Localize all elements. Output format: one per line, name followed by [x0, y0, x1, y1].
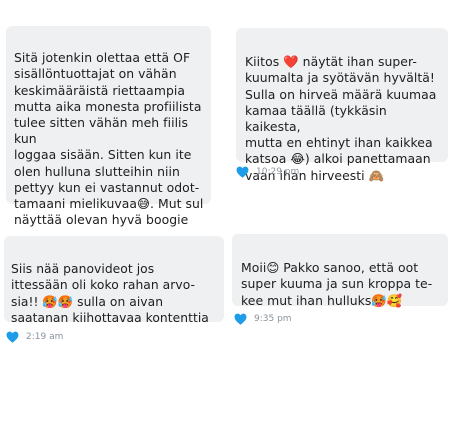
message-timestamp: 10:29 pm — [256, 167, 300, 177]
message-timestamp: 9:35 pm — [254, 314, 292, 324]
message-text: Kiitos ❤️ näytät ihan super- kuumalta ja… — [245, 54, 437, 183]
heart-icon[interactable] — [236, 166, 249, 178]
message-bubble: Kiitos ❤️ näytät ihan super- kuumalta ja… — [236, 28, 448, 183]
message-meta: 9:35 pm — [234, 313, 292, 325]
heart-icon[interactable] — [6, 331, 19, 343]
message-bubble: Sitä jotenkin olettaa että OF sisällöntu… — [6, 26, 211, 227]
message-timestamp: 2:19 am — [26, 332, 64, 342]
message-bubble: Moii😊 Pakko sanoo, että oot super kuuma … — [232, 234, 448, 308]
message-bubble: Siis nää panovideot jos ittessään oli ko… — [4, 236, 224, 325]
message-meta: 2:19 am — [6, 331, 63, 343]
message-text: Moii😊 Pakko sanoo, että oot super kuuma … — [241, 260, 433, 308]
message-text: Siis nää panovideot jos ittessään oli ko… — [11, 262, 209, 325]
heart-icon[interactable] — [234, 313, 247, 325]
message-meta: 10:29 pm — [236, 166, 299, 178]
message-text: Sitä jotenkin olettaa että OF sisällöntu… — [14, 50, 204, 228]
